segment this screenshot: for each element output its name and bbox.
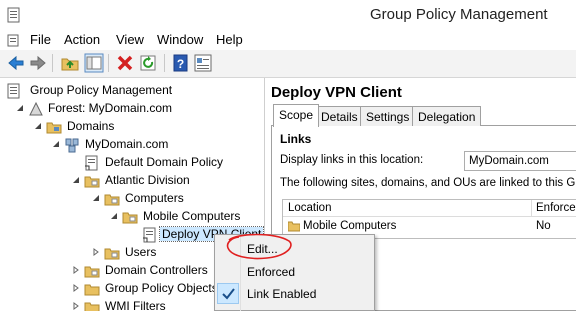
tree-item-root[interactable]: Group Policy Management	[0, 82, 260, 100]
tree-label-domain: MyDomain.com	[85, 137, 169, 151]
tree-label-root: Group Policy Management	[30, 83, 173, 97]
checkmark-box	[217, 283, 239, 304]
table-row[interactable]: Mobile Computers No	[283, 218, 576, 235]
collapse-arrow-icon[interactable]	[72, 176, 80, 184]
toolbar-separator	[52, 54, 53, 72]
checkmark-icon	[222, 288, 235, 300]
linked-description: The following sites, domains, and OUs ar…	[280, 177, 576, 189]
back-arrow-icon[interactable]	[6, 53, 26, 73]
ou-folder-icon	[104, 248, 120, 260]
links-heading: Links	[280, 132, 312, 146]
expand-arrow-icon[interactable]	[72, 302, 80, 310]
expand-arrow-icon[interactable]	[72, 284, 80, 292]
refresh-icon[interactable]	[138, 53, 158, 73]
toolbar-separator	[108, 54, 109, 72]
domain-icon	[65, 138, 79, 153]
tree-label-mobile: Mobile Computers	[143, 209, 241, 223]
tree-item-atlantic-division[interactable]: Atlantic Division	[0, 172, 260, 190]
toolbar-separator	[164, 54, 165, 72]
toolbar: ?	[0, 50, 576, 78]
tree-item-forest[interactable]: Forest: MyDomain.com	[0, 100, 260, 118]
menu-item-label: Enforced	[247, 265, 296, 279]
properties-icon[interactable]	[193, 53, 213, 73]
tab-scope[interactable]: Scope	[273, 104, 320, 127]
collapse-arrow-icon[interactable]	[92, 194, 100, 202]
gpo-title: Deploy VPN Client	[271, 84, 402, 101]
display-links-label: Display links in this location:	[280, 154, 424, 166]
annotation-circle	[226, 233, 292, 260]
tab-settings[interactable]: Settings	[360, 106, 416, 126]
tree-item-computers[interactable]: Computers	[0, 190, 260, 208]
svg-text:?: ?	[177, 57, 184, 71]
ou-folder-icon	[104, 194, 120, 206]
gpo-link-icon	[85, 155, 98, 171]
tree-label-dc: Domain Controllers	[105, 263, 208, 277]
column-divider[interactable]	[531, 200, 532, 217]
menu-action[interactable]: Action	[64, 32, 100, 47]
ou-folder-icon	[84, 176, 100, 188]
tree-item-default-domain-policy[interactable]: Default Domain Policy	[0, 154, 260, 172]
folder-up-icon[interactable]	[60, 53, 80, 73]
forest-icon	[29, 101, 43, 116]
domains-folder-icon	[46, 122, 62, 134]
folder-icon	[84, 284, 100, 296]
gpo-link-icon	[143, 227, 156, 243]
tree-label-forest: Forest: MyDomain.com	[48, 101, 173, 115]
collapse-arrow-icon[interactable]	[34, 122, 42, 130]
tree-label-gpo: Group Policy Objects	[105, 281, 218, 295]
menu-item-link-enabled[interactable]: Link Enabled	[215, 283, 376, 305]
menu-item-label: Link Enabled	[247, 287, 317, 301]
system-menu-icon[interactable]	[7, 33, 21, 47]
expand-arrow-icon[interactable]	[72, 266, 80, 274]
tree-item-domains[interactable]: Domains	[0, 118, 260, 136]
tree-item-mobile-computers[interactable]: Mobile Computers	[0, 208, 260, 226]
table-header: Location Enforced	[283, 200, 576, 217]
forward-arrow-icon[interactable]	[28, 53, 48, 73]
tree-label-default-policy: Default Domain Policy	[105, 155, 224, 169]
ou-folder-icon	[84, 266, 100, 278]
tree-label-domains: Domains	[67, 119, 115, 133]
collapse-arrow-icon[interactable]	[16, 104, 24, 112]
display-links-dropdown[interactable]: MyDomain.com	[464, 151, 576, 171]
folder-icon	[84, 302, 100, 311]
gpmc-app-icon	[7, 7, 20, 23]
tree-label-wmi: WMI Filters	[105, 299, 166, 311]
show-hide-tree-icon[interactable]	[84, 53, 104, 73]
menu-window[interactable]: Window	[157, 32, 203, 47]
collapse-arrow-icon[interactable]	[52, 140, 60, 148]
column-header-enforced[interactable]: Enforced	[536, 202, 576, 214]
row-enforced: No	[536, 220, 551, 232]
help-icon[interactable]: ?	[171, 53, 191, 73]
ou-folder-icon	[288, 221, 300, 232]
column-header-location[interactable]: Location	[288, 202, 331, 214]
tab-details[interactable]: Details	[315, 106, 364, 126]
menu-view[interactable]: View	[116, 32, 144, 47]
row-location: Mobile Computers	[303, 220, 397, 232]
tree-label-atlantic: Atlantic Division	[105, 173, 190, 187]
tree-label-computers: Computers	[125, 191, 184, 205]
tree-item-domain[interactable]: MyDomain.com	[0, 136, 260, 154]
gpmc-root-icon	[7, 83, 20, 99]
links-table: Location Enforced Mobile Computers No	[282, 199, 576, 239]
menu-help[interactable]: Help	[216, 32, 243, 47]
title-bar: Group Policy Management	[0, 0, 576, 30]
expand-arrow-icon[interactable]	[92, 248, 100, 256]
tab-delegation[interactable]: Delegation	[412, 106, 482, 126]
menu-item-enforced[interactable]: Enforced	[215, 261, 376, 283]
window-title: Group Policy Management	[370, 6, 548, 23]
menu-bar: File Action View Window Help	[0, 30, 576, 50]
collapse-arrow-icon[interactable]	[110, 212, 118, 220]
delete-icon[interactable]	[115, 53, 135, 73]
menu-file[interactable]: File	[30, 32, 51, 47]
ou-folder-icon	[122, 212, 138, 224]
tree-label-users: Users	[125, 245, 157, 259]
